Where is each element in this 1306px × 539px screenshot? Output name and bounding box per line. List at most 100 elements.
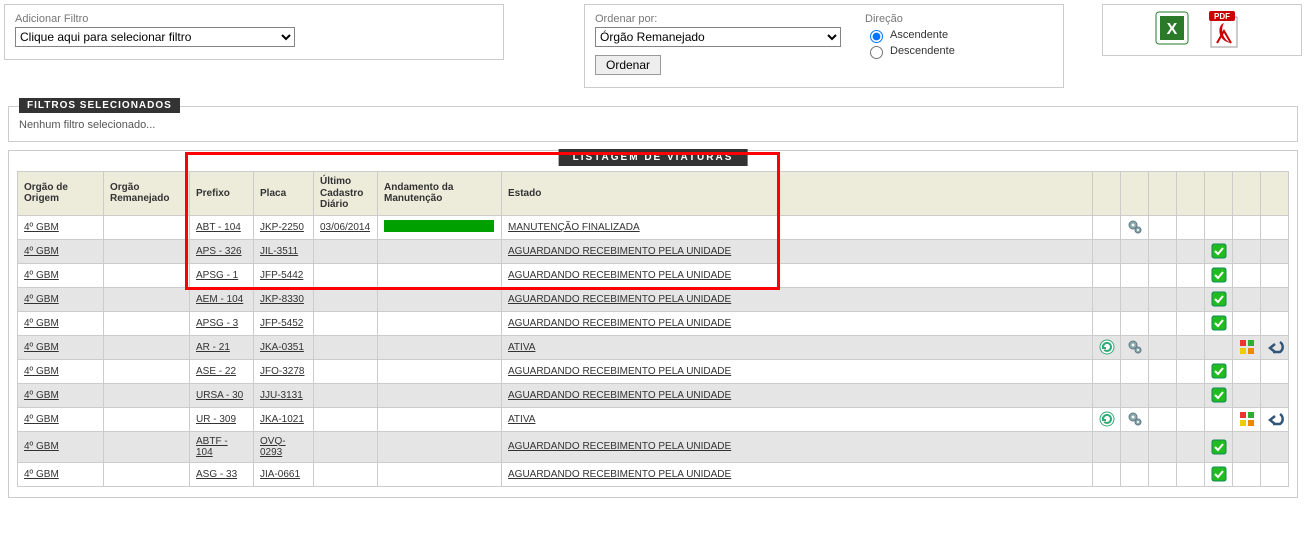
refresh-icon[interactable]	[1093, 411, 1120, 427]
table-row: 4º GBM ASG - 33 JIA-0661 AGUARDANDO RECEBIM…	[18, 462, 1289, 486]
check-icon[interactable]	[1205, 267, 1232, 283]
cell-placa-link[interactable]: JIL-3511	[260, 246, 298, 257]
cell-prefixo-link[interactable]: UR - 309	[196, 414, 236, 425]
cell-origem-link[interactable]: 4º GBM	[24, 414, 59, 425]
cell-origem-link[interactable]: 4º GBM	[24, 469, 59, 480]
cell-origem-link[interactable]: 4º GBM	[24, 366, 59, 377]
cell-estado-link[interactable]: AGUARDANDO RECEBIMENTO PELA UNIDADE	[508, 318, 731, 329]
col-header-andamento: Andamento da Manutenção	[378, 172, 502, 216]
cell-placa-link[interactable]: JFP-5452	[260, 318, 303, 329]
cell-origem-link[interactable]: 4º GBM	[24, 222, 59, 233]
no-filter-text: Nenhum filtro selecionado...	[19, 119, 1287, 131]
cell-prefixo-link[interactable]: ASE - 22	[196, 366, 236, 377]
col-header-origem: Orgão de Origem	[18, 172, 104, 216]
back-arrow-icon[interactable]	[1261, 339, 1288, 355]
check-icon[interactable]	[1205, 387, 1232, 403]
cell-prefixo-link[interactable]: APS - 326	[196, 246, 242, 257]
cell-placa-link[interactable]: JKA-0351	[260, 342, 304, 353]
cell-origem-link[interactable]: 4º GBM	[24, 270, 59, 281]
cell-placa-link[interactable]: JKA-1021	[260, 414, 304, 425]
svg-text:X: X	[1167, 21, 1178, 38]
color-grid-icon[interactable]	[1233, 411, 1260, 427]
cell-prefixo-link[interactable]: APSG - 1	[196, 270, 238, 281]
direction-asc-radio[interactable]	[870, 30, 883, 43]
col-header-placa: Placa	[254, 172, 314, 216]
export-panel: X PDF	[1102, 4, 1302, 56]
add-filter-select[interactable]: Clique aqui para selecionar filtro	[15, 27, 295, 47]
col-header-action7	[1261, 172, 1289, 216]
cell-ultimo-link[interactable]: 03/06/2014	[320, 222, 370, 233]
cell-prefixo-link[interactable]: ABTF - 104	[196, 436, 228, 458]
sort-by-label: Ordenar por:	[595, 13, 841, 25]
progress-bar	[384, 220, 494, 232]
cell-origem-link[interactable]: 4º GBM	[24, 390, 59, 401]
sort-by-select[interactable]: Órgão Remanejado	[595, 27, 841, 47]
cell-estado-link[interactable]: ATIVA	[508, 414, 535, 425]
cell-origem-link[interactable]: 4º GBM	[24, 318, 59, 329]
col-header-action2	[1121, 172, 1149, 216]
selected-filters-legend: FILTROS SELECIONADOS	[19, 98, 180, 113]
table-row: 4º GBM ABT - 104 JKP-2250 03/06/2014 MANUTEN…	[18, 215, 1289, 239]
table-row: 4º GBM APSG - 3 JFP-5452 AGUARDANDO RECEBIM…	[18, 311, 1289, 335]
col-header-action4	[1177, 172, 1205, 216]
color-grid-icon[interactable]	[1233, 339, 1260, 355]
export-pdf-icon[interactable]: PDF	[1209, 11, 1249, 49]
sort-panel: Ordenar por: Órgão Remanejado Ordenar Di…	[584, 4, 1064, 88]
cell-origem-link[interactable]: 4º GBM	[24, 294, 59, 305]
col-header-prefixo: Prefixo	[190, 172, 254, 216]
table-row: 4º GBM AR - 21 JKA-0351 ATIVA	[18, 335, 1289, 359]
add-filter-panel: Adicionar Filtro Clique aqui para seleci…	[4, 4, 504, 60]
cell-prefixo-link[interactable]: ASG - 33	[196, 469, 237, 480]
cell-placa-link[interactable]: OVQ-0293	[260, 436, 286, 458]
check-icon[interactable]	[1205, 439, 1232, 455]
cell-estado-link[interactable]: AGUARDANDO RECEBIMENTO PELA UNIDADE	[508, 366, 731, 377]
cell-estado-link[interactable]: ATIVA	[508, 342, 535, 353]
check-icon[interactable]	[1205, 243, 1232, 259]
cell-origem-link[interactable]: 4º GBM	[24, 246, 59, 257]
cell-estado-link[interactable]: MANUTENÇÃO FINALIZADA	[508, 222, 640, 233]
cell-placa-link[interactable]: JJU-3131	[260, 390, 303, 401]
cell-estado-link[interactable]: AGUARDANDO RECEBIMENTO PELA UNIDADE	[508, 294, 731, 305]
direction-asc-option[interactable]: Ascendente	[865, 27, 955, 43]
check-icon[interactable]	[1205, 363, 1232, 379]
direction-desc-option[interactable]: Descendente	[865, 43, 955, 59]
vehicle-listing-panel: LISTAGEM DE VIATURAS Orgão de Origem Org…	[8, 150, 1298, 498]
cell-estado-link[interactable]: AGUARDANDO RECEBIMENTO PELA UNIDADE	[508, 390, 731, 401]
cell-estado-link[interactable]: AGUARDANDO RECEBIMENTO PELA UNIDADE	[508, 270, 731, 281]
cell-estado-link[interactable]: AGUARDANDO RECEBIMENTO PELA UNIDADE	[508, 246, 731, 257]
check-icon[interactable]	[1205, 315, 1232, 331]
cell-placa-link[interactable]: JFO-3278	[260, 366, 304, 377]
gears-icon[interactable]	[1121, 219, 1148, 235]
cell-prefixo-link[interactable]: AR - 21	[196, 342, 230, 353]
refresh-icon[interactable]	[1093, 339, 1120, 355]
table-row: 4º GBM AEM - 104 JKP-8330 AGUARDANDO RECEBI…	[18, 287, 1289, 311]
gears-icon[interactable]	[1121, 411, 1148, 427]
export-excel-icon[interactable]: X	[1155, 11, 1189, 45]
check-icon[interactable]	[1205, 466, 1232, 482]
col-header-action5	[1205, 172, 1233, 216]
cell-placa-link[interactable]: JFP-5442	[260, 270, 303, 281]
cell-prefixo-link[interactable]: URSA - 30	[196, 390, 243, 401]
cell-prefixo-link[interactable]: AEM - 104	[196, 294, 243, 305]
cell-placa-link[interactable]: JKP-2250	[260, 222, 304, 233]
col-header-estado: Estado	[502, 172, 1093, 216]
table-row: 4º GBM ABTF - 104 OVQ-0293 AGUARDANDO RECEB…	[18, 431, 1289, 462]
gears-icon[interactable]	[1121, 339, 1148, 355]
cell-estado-link[interactable]: AGUARDANDO RECEBIMENTO PELA UNIDADE	[508, 441, 731, 452]
sort-button[interactable]: Ordenar	[595, 55, 661, 75]
col-header-reman: Orgão Remanejado	[104, 172, 190, 216]
table-row: 4º GBM URSA - 30 JJU-3131 AGUARDANDO RECEBI…	[18, 383, 1289, 407]
check-icon[interactable]	[1205, 291, 1232, 307]
cell-prefixo-link[interactable]: ABT - 104	[196, 222, 241, 233]
back-arrow-icon[interactable]	[1261, 411, 1288, 427]
cell-origem-link[interactable]: 4º GBM	[24, 441, 59, 452]
direction-desc-radio[interactable]	[870, 46, 883, 59]
table-row: 4º GBM APS - 326 JIL-3511 AGUARDANDO RECEBI…	[18, 239, 1289, 263]
cell-placa-link[interactable]: JIA-0661	[260, 469, 300, 480]
cell-origem-link[interactable]: 4º GBM	[24, 342, 59, 353]
cell-placa-link[interactable]: JKP-8330	[260, 294, 304, 305]
cell-prefixo-link[interactable]: APSG - 3	[196, 318, 238, 329]
table-row: 4º GBM UR - 309 JKA-1021 ATIVA	[18, 407, 1289, 431]
cell-estado-link[interactable]: AGUARDANDO RECEBIMENTO PELA UNIDADE	[508, 469, 731, 480]
direction-label: Direção	[865, 13, 955, 25]
